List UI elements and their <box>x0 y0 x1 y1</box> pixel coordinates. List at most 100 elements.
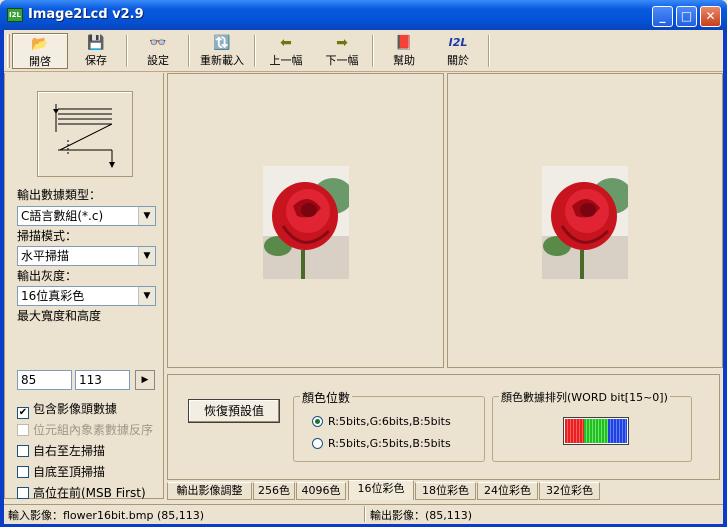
output-rose-image <box>542 166 628 279</box>
chevron-down-icon[interactable]: ▼ <box>138 287 155 305</box>
gray-select[interactable]: 16位真彩色 ▼ <box>17 286 156 306</box>
toolbar-separator <box>372 35 374 67</box>
chevron-down-icon[interactable]: ▼ <box>138 207 155 225</box>
settings-button[interactable]: 👓 設定 <box>132 33 184 69</box>
close-button[interactable]: ✕ <box>700 6 721 27</box>
checkbox-label: 包含影像頭數據 <box>33 402 118 416</box>
scan-mode-label: 掃描模式： <box>17 229 78 243</box>
open-label: 開啓 <box>29 55 51 68</box>
reload-icon: 🔃 <box>213 35 231 51</box>
output-type-value: C語言數組(*.c) <box>21 209 104 223</box>
right-to-left-checkbox[interactable]: 自右至左掃描 <box>17 442 105 459</box>
save-label: 保存 <box>85 54 107 67</box>
scan-direction-preview <box>37 91 133 177</box>
scan-mode-select[interactable]: 水平掃描 ▼ <box>17 246 156 266</box>
next-button[interactable]: ➡ 下一幅 <box>316 33 368 69</box>
toolbar-separator <box>254 35 256 67</box>
msb-first-checkbox[interactable]: 高位在前(MSB First) <box>17 484 146 501</box>
folder-open-icon: 📂 <box>31 36 49 52</box>
toolbar-separator <box>488 35 490 67</box>
toolbar: 📂 開啓 💾 保存 👓 設定 🔃 重新載入 ⬅ 上一幅 ➡ 下一幅 📕 幫助 I… <box>4 30 723 72</box>
checkbox-label: 自右至左掃描 <box>33 444 106 458</box>
save-disk-icon: 💾 <box>87 35 105 51</box>
max-width-input[interactable]: 85 <box>17 370 72 390</box>
help-label: 幫助 <box>393 54 415 67</box>
minimize-button[interactable]: _ <box>652 6 673 27</box>
checkbox-box <box>17 424 29 436</box>
tab-16bit-color[interactable]: 16位彩色 <box>348 480 414 500</box>
input-image-status: 輸入影像：flower16bit.bmp (85,113) <box>8 509 205 522</box>
checkmark-icon: ✔ <box>17 407 29 419</box>
play-arrow-icon: ▶ <box>141 375 149 385</box>
chevron-down-icon[interactable]: ▼ <box>138 247 155 265</box>
color-bits-group: 顏色位數 R:5bits,G:6bits,B:5bits R:5bits,G:5… <box>293 389 485 462</box>
max-size-label: 最大寬度和高度 <box>17 309 102 323</box>
gray-label: 輸出灰度： <box>17 269 78 283</box>
about-label: 關於 <box>447 54 469 67</box>
output-type-select[interactable]: C語言數組(*.c) ▼ <box>17 206 156 226</box>
reload-button[interactable]: 🔃 重新載入 <box>194 33 250 69</box>
scan-mode-value: 水平掃描 <box>21 249 70 263</box>
bit-order-display[interactable] <box>563 417 629 445</box>
status-divider <box>364 506 366 522</box>
tab-256-color[interactable]: 256色 <box>253 482 295 500</box>
client-area: 📂 開啓 💾 保存 👓 設定 🔃 重新載入 ⬅ 上一幅 ➡ 下一幅 📕 幫助 I… <box>4 30 723 524</box>
red-bits-block <box>565 419 585 443</box>
open-button[interactable]: 📂 開啓 <box>12 33 68 69</box>
options-panel: 輸出數據類型： C語言數組(*.c) ▼ 掃描模式： 水平掃描 ▼ 輸出灰度： … <box>4 73 164 501</box>
color-order-group: 顏色數據排列(WORD bit[15~0]) <box>492 389 692 462</box>
checkbox-box <box>17 466 29 478</box>
color-order-title: 顏色數據排列(WORD bit[15~0]) <box>499 389 670 405</box>
tab-24bit-color[interactable]: 24位彩色 <box>477 482 538 500</box>
save-button[interactable]: 💾 保存 <box>70 33 122 69</box>
rgb555-radio[interactable]: R:5bits,G:5bits,B:5bits <box>312 437 451 450</box>
previous-button[interactable]: ⬅ 上一幅 <box>260 33 312 69</box>
include-header-checkbox[interactable]: ✔ 包含影像頭數據 <box>17 400 117 419</box>
help-button[interactable]: 📕 幫助 <box>378 33 430 69</box>
tab-4096-color[interactable]: 4096色 <box>296 482 346 500</box>
app-icon: I2L <box>7 8 23 22</box>
arrow-left-icon: ⬅ <box>280 35 292 51</box>
reverse-pixel-checkbox: 位元組內象素數據反序 <box>17 421 153 438</box>
tab-output-adjust[interactable]: 輸出影像調整 <box>167 482 252 500</box>
title-bar[interactable]: I2L Image2Lcd v2.9 _ □ ✕ <box>0 0 727 30</box>
scan-direction-icon <box>53 104 115 168</box>
max-height-input[interactable]: 113 <box>75 370 130 390</box>
output-type-label: 輸出數據類型： <box>17 188 102 202</box>
checkbox-label: 高位在前(MSB First) <box>33 486 146 500</box>
bottom-to-top-checkbox[interactable]: 自底至頂掃描 <box>17 463 105 480</box>
toolbar-separator <box>126 35 128 67</box>
arrow-right-icon: ➡ <box>336 35 348 51</box>
status-bar: 輸入影像：flower16bit.bmp (85,113) 輸出影像：(85,1… <box>4 504 723 524</box>
color-settings-panel: 恢復預設值 顏色位數 R:5bits,G:6bits,B:5bits R:5bi… <box>167 374 720 480</box>
rgb555-label: R:5bits,G:5bits,B:5bits <box>328 437 451 450</box>
radio-icon <box>312 438 323 449</box>
rgb565-label: R:5bits,G:6bits,B:5bits <box>328 415 451 428</box>
about-logo-icon: I2L <box>448 36 468 49</box>
checkbox-box <box>17 487 29 499</box>
settings-label: 設定 <box>147 54 169 67</box>
tab-18bit-color[interactable]: 18位彩色 <box>415 482 476 500</box>
toolbar-separator <box>188 35 190 67</box>
about-button[interactable]: I2L 關於 <box>432 33 484 69</box>
help-book-icon: 📕 <box>395 35 413 51</box>
radio-selected-icon <box>312 416 323 427</box>
maximize-button[interactable]: □ <box>676 6 697 27</box>
checkbox-box <box>17 445 29 457</box>
green-bits-block <box>584 419 608 443</box>
apply-size-button[interactable]: ▶ <box>135 370 155 390</box>
window-title: Image2Lcd v2.9 <box>28 7 144 22</box>
output-image-pane[interactable] <box>447 73 723 368</box>
toolbar-grip[interactable] <box>7 34 10 68</box>
checkbox-label: 自底至頂掃描 <box>33 465 106 479</box>
gray-value: 16位真彩色 <box>21 289 85 303</box>
output-image-status: 輸出影像：(85,113) <box>370 509 473 522</box>
color-bits-title: 顏色位數 <box>300 389 353 406</box>
next-label: 下一幅 <box>325 54 359 67</box>
input-image-pane[interactable] <box>167 73 444 368</box>
tab-32bit-color[interactable]: 32位彩色 <box>539 482 600 500</box>
app-window: I2L Image2Lcd v2.9 _ □ ✕ 📂 開啓 💾 保存 👓 設定 <box>0 0 727 527</box>
blue-bits-block <box>607 419 627 443</box>
reset-defaults-button[interactable]: 恢復預設值 <box>188 399 280 423</box>
rgb565-radio[interactable]: R:5bits,G:6bits,B:5bits <box>312 415 451 428</box>
